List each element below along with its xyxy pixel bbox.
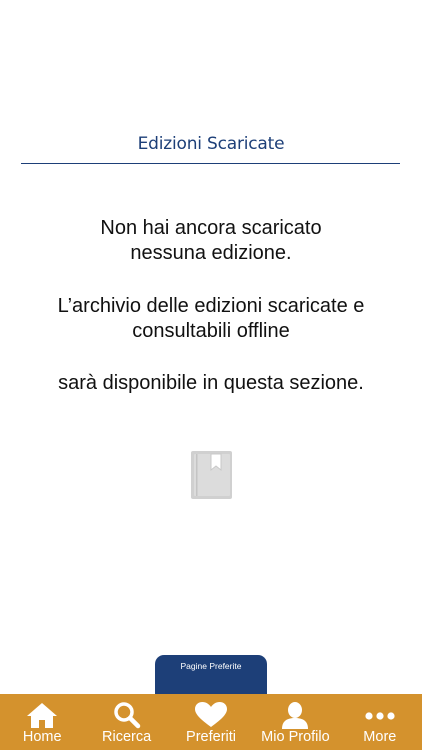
empty-message-block-3: sarà disponibile in questa sezione. bbox=[0, 371, 422, 396]
heart-icon bbox=[194, 701, 228, 729]
page-title: Edizioni Scaricate bbox=[137, 134, 285, 154]
tab-search-label: Ricerca bbox=[102, 729, 152, 745]
search-icon bbox=[110, 701, 144, 729]
tab-more-label: More bbox=[363, 729, 397, 745]
downloaded-editions-screen: Edizioni Scaricate Non hai ancora scaric… bbox=[0, 0, 422, 750]
empty-message-line: sarà disponibile in questa sezione. bbox=[58, 372, 364, 394]
empty-message-line: nessuna edizione. bbox=[130, 242, 292, 264]
empty-message-block-2: L’archivio delle edizioni scaricate e co… bbox=[0, 294, 422, 344]
tab-profile-label: Mio Profilo bbox=[261, 729, 330, 745]
home-icon bbox=[25, 701, 59, 729]
favorite-pages-button[interactable]: Pagine Preferite bbox=[155, 655, 267, 695]
empty-message-line: L’archivio delle edizioni scaricate e bbox=[57, 295, 365, 317]
book-bookmark-icon bbox=[190, 450, 233, 500]
profile-icon bbox=[278, 701, 312, 729]
tab-profile[interactable]: Mio Profilo bbox=[253, 694, 337, 750]
tab-home-label: Home bbox=[22, 729, 62, 745]
empty-message-block-1: Non hai ancora scaricato nessuna edizion… bbox=[0, 216, 422, 266]
more-dots-icon bbox=[363, 701, 397, 729]
empty-message-line: consultabili offline bbox=[132, 320, 290, 342]
title-divider bbox=[21, 163, 400, 164]
tab-favorites[interactable]: Preferiti bbox=[169, 694, 253, 750]
tab-search[interactable]: Ricerca bbox=[84, 694, 168, 750]
tab-more[interactable]: More bbox=[338, 694, 422, 750]
tab-home[interactable]: Home bbox=[0, 694, 84, 750]
bottom-tab-bar: Home Ricerca Preferiti Mio Profilo More bbox=[0, 694, 422, 750]
empty-message-line: Non hai ancora scaricato bbox=[100, 217, 322, 239]
tab-favorites-label: Preferiti bbox=[186, 729, 236, 745]
